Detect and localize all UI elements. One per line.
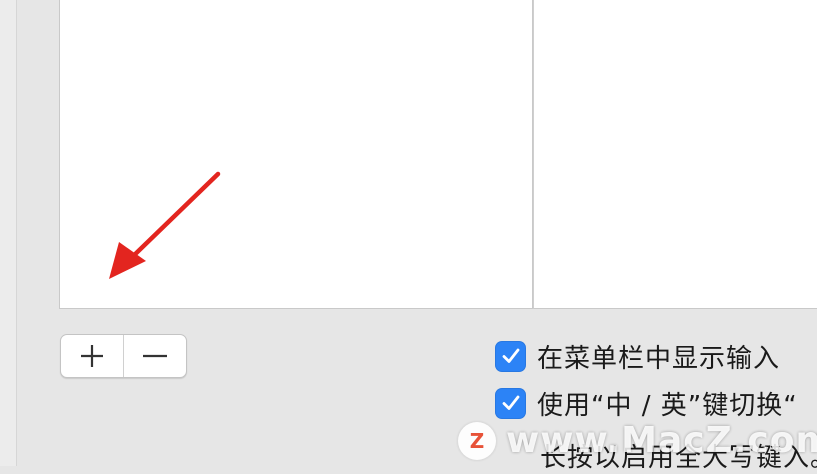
window-edge bbox=[0, 0, 17, 466]
zh-en-key-switch-option[interactable]: 使用“中 / 英”键切换“ bbox=[495, 387, 798, 421]
checkmark-icon bbox=[502, 395, 519, 410]
watermark-logo-icon: Z bbox=[458, 421, 496, 460]
annotation-arrow-icon bbox=[109, 171, 221, 279]
show-input-menu-label: 在菜单栏中显示输入 bbox=[537, 343, 781, 374]
watermark: Z www.MacZ.com bbox=[458, 420, 817, 461]
remove-button[interactable] bbox=[123, 335, 186, 377]
zh-en-key-switch-checkbox[interactable] bbox=[495, 387, 526, 419]
minus-icon bbox=[143, 354, 167, 358]
plus-icon bbox=[81, 345, 103, 367]
show-input-menu-checkbox[interactable] bbox=[495, 340, 526, 372]
show-input-menu-option[interactable]: 在菜单栏中显示输入 bbox=[495, 340, 781, 374]
svg-text:Z: Z bbox=[470, 429, 485, 453]
input-source-detail-pane bbox=[533, 0, 817, 309]
add-button[interactable] bbox=[61, 335, 123, 377]
watermark-text: www.MacZ.com bbox=[506, 420, 817, 461]
list-add-remove-control bbox=[60, 334, 187, 378]
zh-en-key-switch-label: 使用“中 / 英”键切换“ bbox=[537, 390, 798, 421]
checkmark-icon bbox=[502, 348, 519, 363]
